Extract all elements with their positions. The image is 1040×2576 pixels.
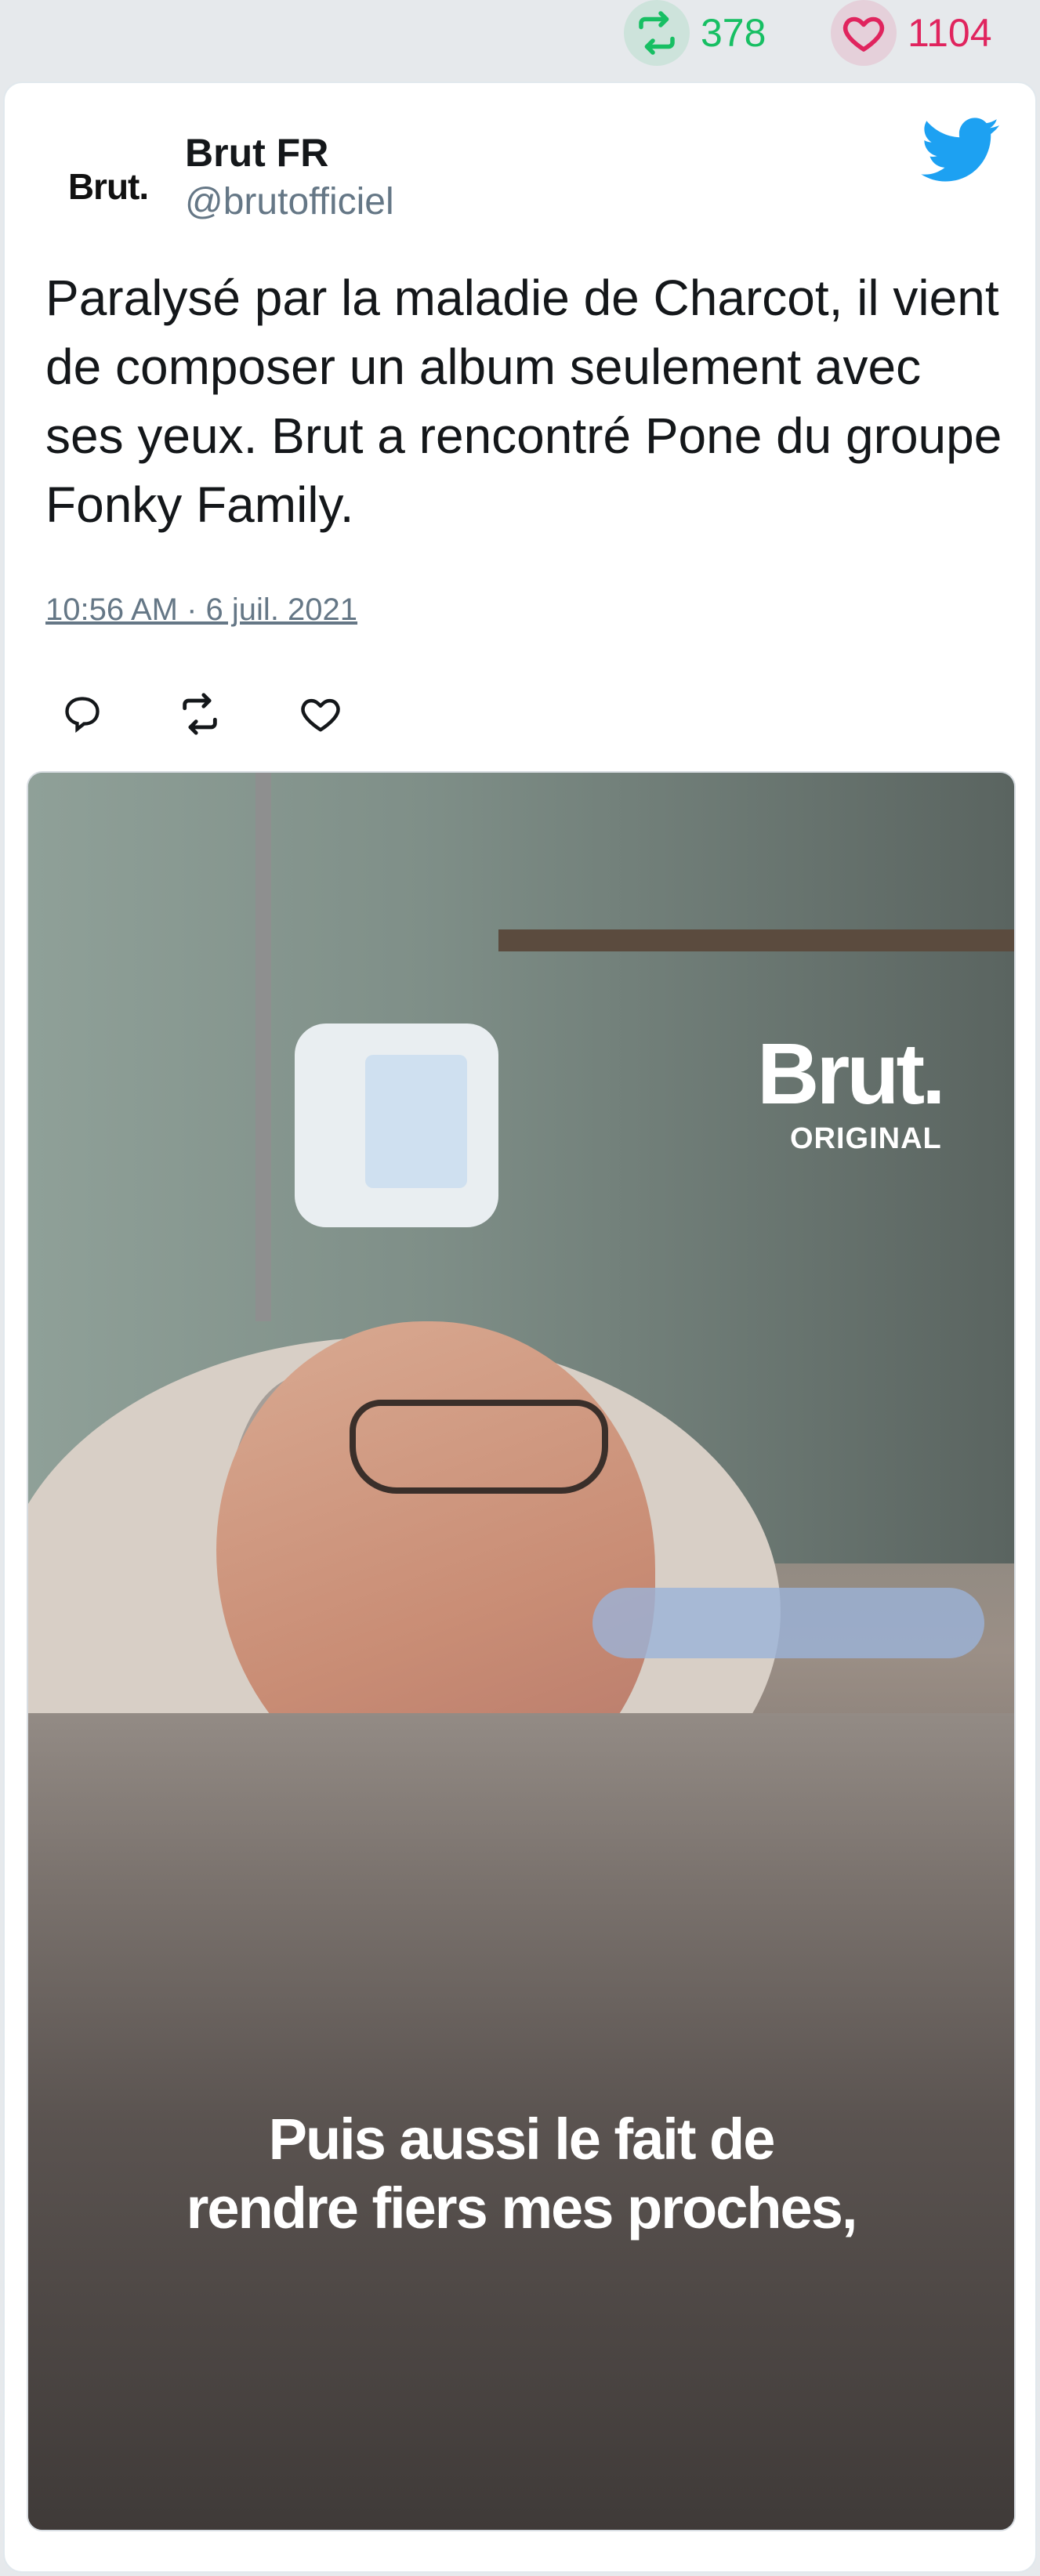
tweet-timestamp[interactable]: 10:56 AM · 6 juil. 2021 — [45, 592, 357, 628]
retweet-button[interactable] — [172, 687, 227, 741]
brand-watermark: Brut. — [757, 1026, 946, 1122]
tweet-card: Brut. Brut FR @brutofficiel Paralysé par… — [3, 82, 1037, 2573]
author-handle[interactable]: @brutofficiel — [185, 180, 394, 223]
like-button[interactable] — [293, 687, 348, 741]
reply-icon — [65, 697, 100, 734]
avatar[interactable]: Brut. — [45, 124, 171, 249]
author-name[interactable]: Brut FR — [185, 130, 328, 176]
video-glasses — [350, 1400, 608, 1494]
twitter-bird-icon[interactable] — [920, 118, 1002, 183]
engagement-bar: 378 1104 — [0, 0, 1040, 69]
video-iv-pole — [255, 773, 271, 1321]
caption-line-2: rendre fiers mes proches, — [186, 2176, 858, 2241]
heart-icon — [831, 0, 897, 66]
caption-line-1: Puis aussi le fait de — [268, 2107, 776, 2172]
retweet-action-icon — [183, 693, 217, 735]
brand-watermark-sub: ORIGINAL — [790, 1122, 942, 1155]
video-caption: Puis aussi le fait de rendre fiers mes p… — [28, 2105, 1014, 2243]
retweet-icon — [624, 0, 690, 66]
reply-button[interactable] — [55, 687, 110, 741]
video-shelf — [498, 929, 1014, 951]
retweet-count: 378 — [701, 11, 766, 55]
tweet-text: Paralysé par la maladie de Charcot, il v… — [45, 270, 1002, 533]
heart-action-icon — [301, 698, 340, 732]
video-device-screen — [365, 1055, 467, 1188]
tweet-video[interactable]: Brut. ORIGINAL Puis aussi le fait de ren… — [27, 771, 1016, 2531]
retweet-stat[interactable]: 378 — [624, 0, 766, 66]
like-stat[interactable]: 1104 — [831, 0, 992, 66]
like-count: 1104 — [908, 11, 992, 55]
video-tube — [592, 1588, 984, 1658]
